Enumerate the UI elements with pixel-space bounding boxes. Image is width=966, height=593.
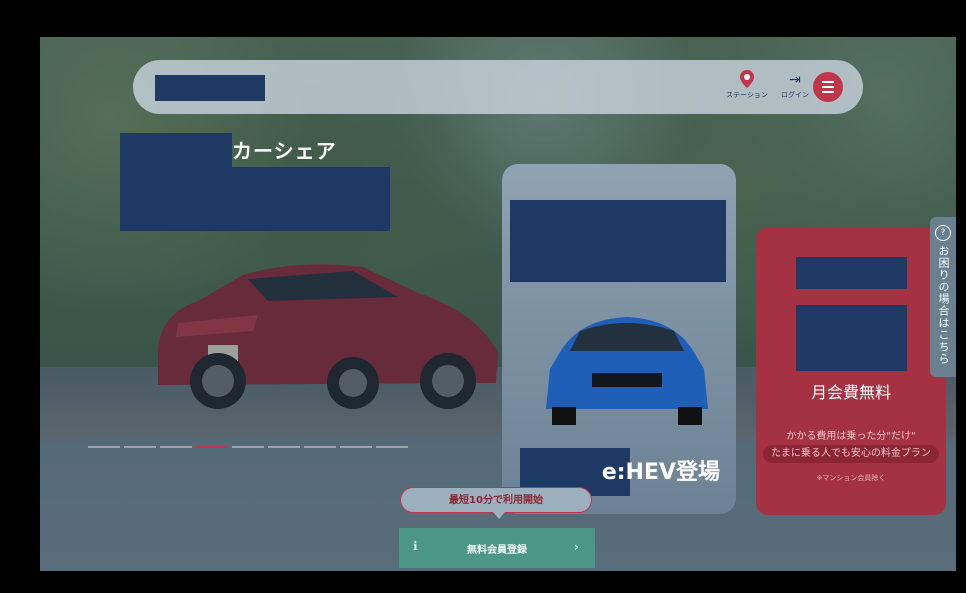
menu-button[interactable] [813,72,843,102]
blue-sedan-image [546,317,708,425]
free-card-pill: たまに乗る人でも安心の料金プラン [763,445,939,463]
hamburger-menu-icon [822,81,834,83]
chevron-right-icon: › [574,540,579,554]
slide-dot[interactable] [88,446,120,448]
slide-dot[interactable] [376,446,408,448]
free-card-price [796,305,907,371]
station-button[interactable]: ステーション [723,70,771,100]
slide-dot-active[interactable] [196,446,228,448]
question-circle-icon: ? [935,225,951,241]
info-icon: ℹ [413,539,418,553]
header-bar: ステーション ⇥ ログイン [133,60,863,114]
help-tab-label: お困りの場合はこちら [937,245,950,365]
ehev-promo-card[interactable]: e:HEV登場 [502,164,736,514]
hero-brand-label [120,133,232,167]
hero-headline [120,167,390,231]
slide-dot[interactable] [160,446,192,448]
cta-speech-bubble: 最短10分で利用開始 [400,487,592,519]
login-icon: ⇥ [789,72,801,88]
help-side-tab[interactable]: ? お困りの場合はこちら [930,217,956,377]
free-card-note: ※マンション会員除く [816,474,886,482]
map-pin-icon [723,70,771,90]
station-label: ステーション [726,91,768,99]
ehev-card-suffix: e:HEV登場 [601,460,720,485]
login-button[interactable]: ⇥ ログイン [771,70,819,100]
signup-button-label: 無料会員登録 [467,544,527,556]
login-label: ログイン [781,91,809,99]
hero-subtitle: カーシェア [232,139,337,163]
hero-viewport: ステーション ⇥ ログイン カーシェア e:HEV登場 月会費無料 かかる費用は… [40,37,956,571]
slide-dot[interactable] [304,446,336,448]
slide-dot[interactable] [124,446,156,448]
free-card-label [796,257,907,289]
slider-pagination [88,446,408,448]
slide-dot[interactable] [268,446,300,448]
site-logo[interactable] [155,75,265,101]
slide-dot[interactable] [340,446,372,448]
free-card-headline: 月会費無料 [810,383,891,402]
slide-dot[interactable] [232,446,264,448]
free-membership-card[interactable]: 月会費無料 かかる費用は乗った分"だけ" たまに乗る人でも安心の料金プラン ※マ… [756,227,946,515]
ehev-card-title [510,200,726,282]
free-card-line1: かかる費用は乗った分"だけ" [786,431,916,442]
free-signup-button[interactable]: ℹ 無料会員登録 › [399,528,595,568]
